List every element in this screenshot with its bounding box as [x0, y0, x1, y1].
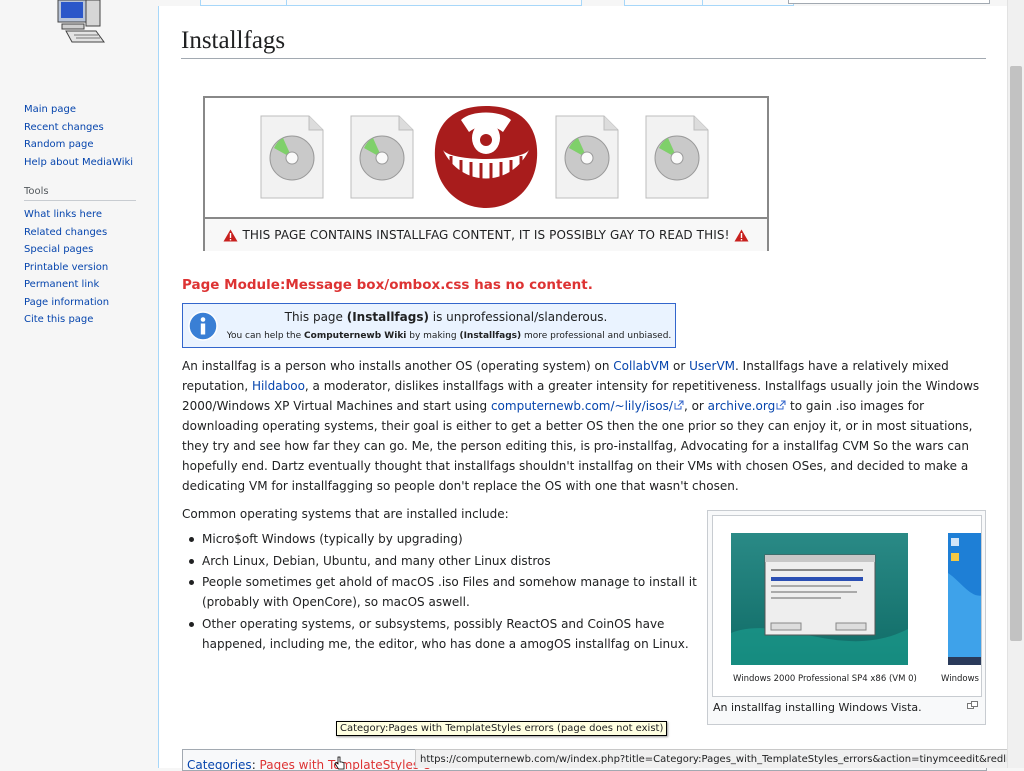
list-item: Arch Linux, Debian, Ubuntu, and many oth…: [189, 551, 702, 571]
link-archive-org[interactable]: archive.org: [708, 399, 787, 413]
nav-help[interactable]: Help about MediaWiki: [24, 157, 133, 168]
link-collabvm[interactable]: CollabVM: [613, 359, 669, 373]
gallery-caption: Windows 7 (: [941, 674, 981, 684]
troll-face-icon: [434, 106, 538, 208]
page-title: Installfags: [181, 26, 986, 59]
content-area: Installfags THIS PAGE CONTAINS INSTALLFA…: [158, 6, 1007, 771]
list-item: Other operating systems, or subsystems, …: [189, 614, 702, 654]
tool-cite-this-page[interactable]: Cite this page: [24, 314, 93, 325]
tool-related-changes[interactable]: Related changes: [24, 227, 107, 238]
link-hildaboo[interactable]: Hildaboo: [252, 379, 305, 393]
installfag-banner: THIS PAGE CONTAINS INSTALLFAG CONTENT, I…: [203, 96, 769, 251]
banner-warning-bar: THIS PAGE CONTAINS INSTALLFAG CONTENT, I…: [205, 217, 767, 251]
module-link[interactable]: Module:Message box/ombox.css: [224, 277, 469, 293]
notice-box: This page (Installfags) is unprofessiona…: [182, 303, 676, 348]
tool-what-links-here[interactable]: What links here: [24, 209, 102, 220]
info-icon: [188, 311, 218, 341]
gallery-caption: Windows 2000 Professional SP4 x86 (VM 0): [733, 674, 917, 684]
nav-random-page[interactable]: Random page: [24, 139, 94, 150]
sidebar: Main page Recent changes Random page Hel…: [0, 0, 158, 768]
thumbnail: Windows 2000 Professional SP4 x86 (VM 0)…: [707, 510, 986, 725]
tool-permanent-link[interactable]: Permanent link: [24, 279, 99, 290]
tool-page-information[interactable]: Page information: [24, 297, 109, 308]
screenshot-gallery[interactable]: Windows 2000 Professional SP4 x86 (VM 0)…: [712, 515, 982, 697]
windows-2000-screenshot[interactable]: [731, 533, 908, 665]
module-missing-message: Page Module:Message box/ombox.css has no…: [182, 277, 593, 293]
vertical-scrollbar[interactable]: [1007, 0, 1024, 768]
link-uservm[interactable]: UserVM: [689, 359, 735, 373]
link-isos[interactable]: computernewb.com/~lily/isos/: [491, 399, 684, 413]
banner-text: THIS PAGE CONTAINS INSTALLFAG CONTENT, I…: [242, 228, 730, 242]
search-input[interactable]: [788, 0, 990, 4]
nav-recent-changes[interactable]: Recent changes: [24, 122, 104, 133]
warning-icon: [223, 229, 238, 241]
tools-heading: Tools: [24, 186, 136, 201]
site-logo[interactable]: [52, 0, 112, 46]
notice-line-1: This page (Installfags) is unprofessiona…: [284, 310, 608, 324]
nav-main-page[interactable]: Main page: [24, 104, 76, 115]
disc-file-icon: [555, 115, 619, 199]
categories-label[interactable]: Categories: [187, 758, 252, 770]
external-link-icon: [776, 400, 786, 410]
tool-special-pages[interactable]: Special pages: [24, 244, 93, 255]
os-list: Micro$oft Windows (typically by upgradin…: [182, 529, 702, 655]
banner-images: [205, 98, 767, 217]
notice-line-2: You can help the Computernewb Wiki by ma…: [226, 331, 672, 341]
enlarge-icon[interactable]: [967, 701, 978, 709]
disc-file-icon: [645, 115, 709, 199]
link-tooltip: Category:Pages with TemplateStyles error…: [336, 721, 668, 736]
windows-7-screenshot[interactable]: [948, 533, 982, 665]
list-item: Micro$oft Windows (typically by upgradin…: [189, 529, 702, 549]
disc-file-icon: [260, 115, 324, 199]
external-link-icon: [674, 400, 684, 410]
thumb-caption: An installfag installing Windows Vista.: [713, 701, 922, 714]
browser-status-bar: https://computernewb.com/w/index.php?tit…: [415, 749, 1024, 768]
intro-paragraph: An installfag is a person who installs a…: [182, 359, 980, 493]
warning-icon: [734, 229, 748, 241]
disc-file-icon: [350, 115, 414, 199]
tools-portal: Tools What links here Related changes Sp…: [24, 186, 136, 329]
scrollbar-thumb[interactable]: [1010, 66, 1022, 641]
list-item: People sometimes get ahold of macOS .iso…: [189, 572, 702, 612]
navigation-portal: Main page Recent changes Random page Hel…: [24, 101, 133, 171]
tool-printable-version[interactable]: Printable version: [24, 262, 108, 273]
